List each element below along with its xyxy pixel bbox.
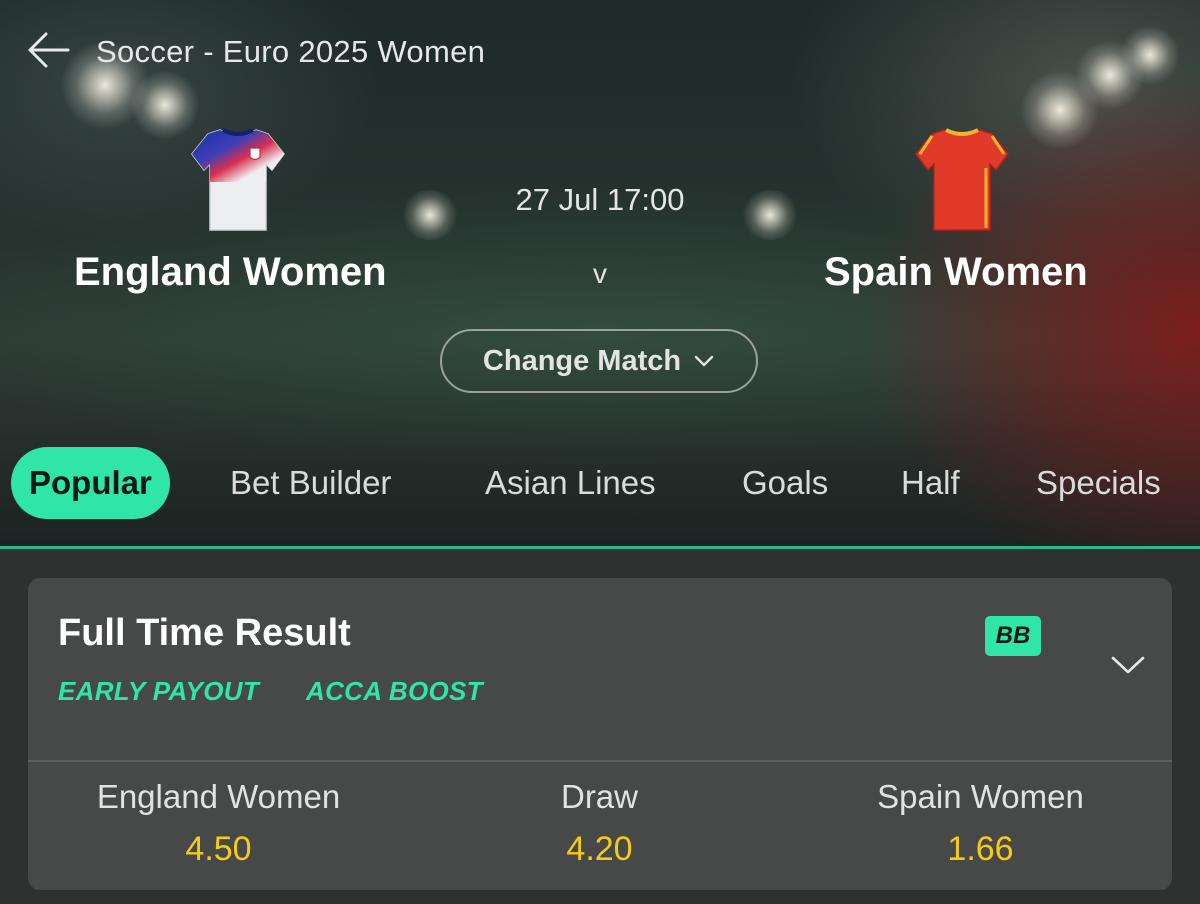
tab-bet-builder[interactable]: Bet Builder <box>230 447 391 519</box>
bet-builder-badge: BB <box>985 616 1041 656</box>
outcome-away[interactable]: Spain Women 1.66 <box>790 778 1171 869</box>
market-tabs: Popular Bet Builder Asian Lines Goals Ha… <box>0 447 1200 519</box>
market-separator <box>28 760 1172 762</box>
outcome-draw-name: Draw <box>560 778 638 815</box>
tab-half[interactable]: Half <box>901 447 960 519</box>
away-team-name[interactable]: Spain Women <box>824 250 1088 295</box>
match-header-banner: Soccer - Euro 2025 Women England Women 2… <box>0 0 1200 548</box>
change-match-button[interactable]: Change Match <box>440 329 758 393</box>
outcome-away-odds: 1.66 <box>947 830 1014 868</box>
tab-asian-lines[interactable]: Asian Lines <box>485 447 656 519</box>
tab-popular[interactable]: Popular <box>11 447 170 519</box>
tab-divider <box>0 546 1200 549</box>
change-match-label: Change Match <box>482 344 682 377</box>
acca-boost-tag: ACCA BOOST <box>306 676 483 706</box>
outcome-away-name: Spain Women <box>877 778 1084 815</box>
spain-shirt-icon <box>915 128 1009 231</box>
collapse-chevron-icon[interactable] <box>1110 654 1146 676</box>
tab-specials[interactable]: Specials <box>1036 447 1161 519</box>
chevron-down-icon <box>694 355 714 367</box>
market-card-full-time-result: Full Time Result EARLY PAYOUT ACCA BOOST… <box>28 578 1172 890</box>
league-title: Soccer - Euro 2025 Women <box>96 34 486 69</box>
outcome-home-name: England Women <box>96 778 341 815</box>
early-payout-tag: EARLY PAYOUT <box>58 676 260 706</box>
tab-goals[interactable]: Goals <box>742 447 828 519</box>
outcome-draw[interactable]: Draw 4.20 <box>409 778 790 869</box>
england-shirt-icon <box>191 128 285 231</box>
match-datetime: 27 Jul 17:00 <box>515 182 685 217</box>
market-title[interactable]: Full Time Result <box>58 612 351 655</box>
outcome-draw-odds: 4.20 <box>566 830 633 868</box>
back-arrow-icon[interactable] <box>26 30 70 70</box>
outcome-home-odds: 4.50 <box>185 830 252 868</box>
outcome-home[interactable]: England Women 4.50 <box>28 778 409 869</box>
